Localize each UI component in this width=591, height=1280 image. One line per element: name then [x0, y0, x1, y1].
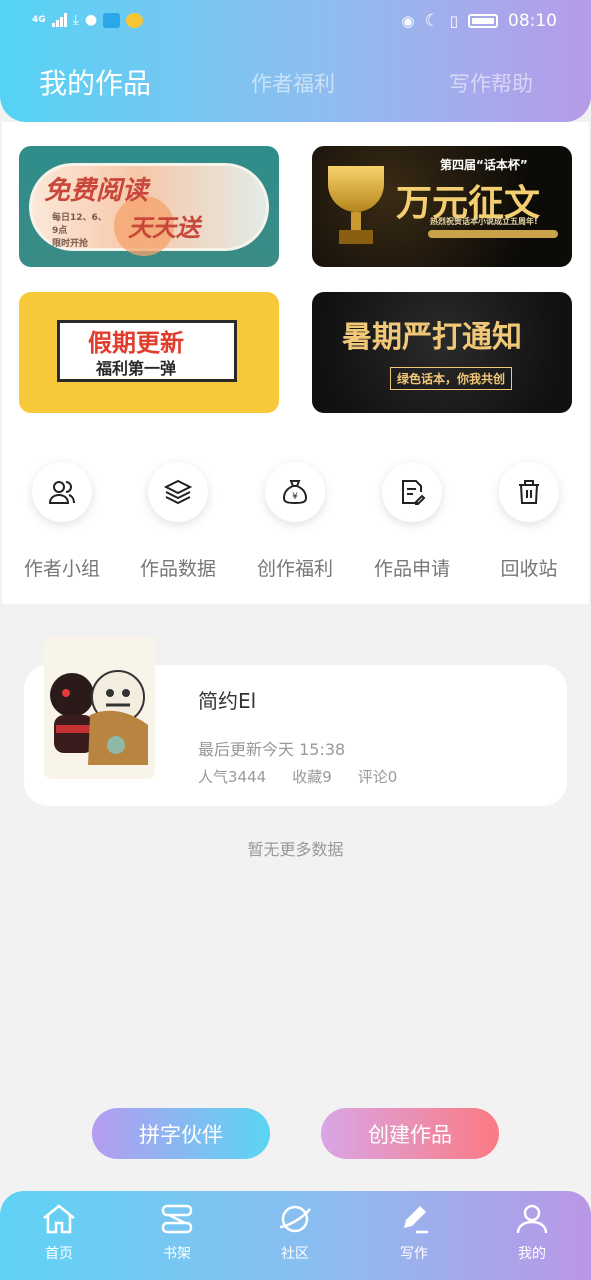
status-right: ◉ ☾ ▯ 08:10	[401, 11, 557, 31]
no-more-data: 暂无更多数据	[247, 840, 344, 859]
quick-link-creative-benefits[interactable]: ¥ 创作福利	[240, 462, 350, 581]
tab-writing-help[interactable]: 写作帮助	[449, 62, 533, 106]
users-icon	[32, 462, 92, 522]
top-tabs: 我的作品 作者福利 写作帮助	[0, 62, 591, 106]
bookshelf-icon	[137, 1203, 217, 1239]
app-notify-icon	[103, 12, 121, 28]
banner-note: 热烈祝贺话本小说成立五周年!	[430, 217, 538, 226]
tab-my-works[interactable]: 我的作品	[39, 62, 151, 106]
banner-date-strip	[428, 230, 558, 238]
moon-icon: ☾	[424, 11, 440, 31]
quick-link-label: 回收站	[500, 558, 558, 580]
banner-holiday-update[interactable]: 假期更新 福利第一弹	[19, 292, 279, 413]
work-comments: 评论0	[357, 768, 398, 786]
eye-icon: ◉	[401, 12, 415, 30]
nav-home[interactable]: 首页	[19, 1203, 99, 1263]
battery-icon	[468, 14, 498, 28]
banner-title: 免费阅读	[44, 176, 149, 206]
bottom-nav: 首页 书架 社区 写作 我的	[0, 1191, 591, 1280]
banner-subtitle: 天天送	[128, 214, 200, 242]
clock: 08:10	[508, 11, 557, 31]
work-favorites: 收藏9	[292, 768, 332, 786]
banner-title: 假期更新	[88, 329, 184, 357]
banner-subtitle: 绿色话本，你我共创	[390, 367, 513, 390]
planet-icon	[255, 1203, 335, 1239]
tab-author-benefits[interactable]: 作者福利	[251, 62, 335, 106]
network-type: 4G	[32, 15, 46, 25]
work-cover-image[interactable]	[44, 637, 155, 779]
nav-label: 首页	[45, 1246, 73, 1262]
home-icon	[19, 1203, 99, 1239]
svg-text:¥: ¥	[292, 492, 298, 502]
nav-write[interactable]: 写作	[374, 1203, 454, 1263]
nav-label: 写作	[400, 1246, 428, 1262]
work-title: 简约El	[198, 689, 257, 713]
vibrate-icon: ▯	[449, 12, 458, 30]
banner-note: 每日12、6、9点 限时开抢	[52, 213, 107, 249]
pen-icon	[374, 1203, 454, 1239]
user-icon	[492, 1203, 572, 1239]
nav-label: 社区	[281, 1246, 309, 1262]
chat-icon: ●	[84, 12, 98, 28]
quick-link-author-group[interactable]: 作者小组	[7, 462, 117, 581]
nav-community[interactable]: 社区	[255, 1203, 335, 1263]
banner-title: 暑期严打通知	[342, 320, 522, 355]
status-bar: 4G ⤓ ● ◉ ☾ ▯ 08:10	[0, 0, 591, 44]
work-popularity: 人气3444	[198, 768, 267, 786]
nav-bookshelf[interactable]: 书架	[137, 1203, 217, 1263]
work-updated: 最后更新今天 15:38	[198, 740, 346, 759]
promo-panel: 免费阅读 天天送 每日12、6、9点 限时开抢 第四届“话本杯” 万元征文 热烈…	[2, 122, 589, 604]
banner-summer-notice[interactable]: 暑期严打通知 绿色话本，你我共创	[312, 292, 572, 413]
banner-card: 假期更新 福利第一弹	[57, 320, 237, 382]
quick-link-label: 作品数据	[139, 558, 216, 580]
quick-link-label: 创作福利	[256, 558, 333, 580]
header: 4G ⤓ ● ◉ ☾ ▯ 08:10 我的作品 作者福利 写作帮助	[0, 0, 591, 122]
document-edit-icon	[382, 462, 442, 522]
status-left: 4G ⤓ ●	[32, 12, 144, 28]
create-work-button[interactable]: 创建作品	[321, 1108, 499, 1159]
nav-me[interactable]: 我的	[492, 1203, 572, 1263]
quick-link-work-application[interactable]: 作品申请	[357, 462, 467, 581]
quick-link-work-data[interactable]: 作品数据	[123, 462, 233, 581]
quick-link-label: 作者小组	[23, 558, 100, 580]
banner-subtitle: 第四届“话本杯”	[440, 158, 528, 172]
money-bag-icon: ¥	[265, 462, 325, 522]
quick-links: 作者小组 作品数据 ¥ 创作福利 作品申请 回收站	[2, 462, 589, 582]
signal-icon	[51, 13, 67, 27]
banner-frame: 免费阅读 天天送 每日12、6、9点 限时开抢	[29, 163, 269, 256]
quick-link-label: 作品申请	[373, 558, 450, 580]
banner-subtitle: 福利第一弹	[96, 359, 177, 378]
qq-icon	[126, 12, 144, 28]
trash-icon	[499, 462, 559, 522]
work-stats: 人气3444 收藏9 评论0	[198, 766, 397, 787]
nav-label: 书架	[163, 1246, 191, 1262]
layers-icon	[148, 462, 208, 522]
banner-free-reading[interactable]: 免费阅读 天天送 每日12、6、9点 限时开抢	[19, 146, 279, 267]
trophy-icon	[328, 166, 384, 250]
download-icon: ⤓	[72, 12, 79, 28]
quick-link-recycle-bin[interactable]: 回收站	[474, 462, 584, 581]
nav-label: 我的	[518, 1246, 546, 1262]
partner-button[interactable]: 拼字伙伴	[92, 1108, 270, 1159]
banner-essay-contest[interactable]: 第四届“话本杯” 万元征文 热烈祝贺话本小说成立五周年!	[312, 146, 572, 267]
